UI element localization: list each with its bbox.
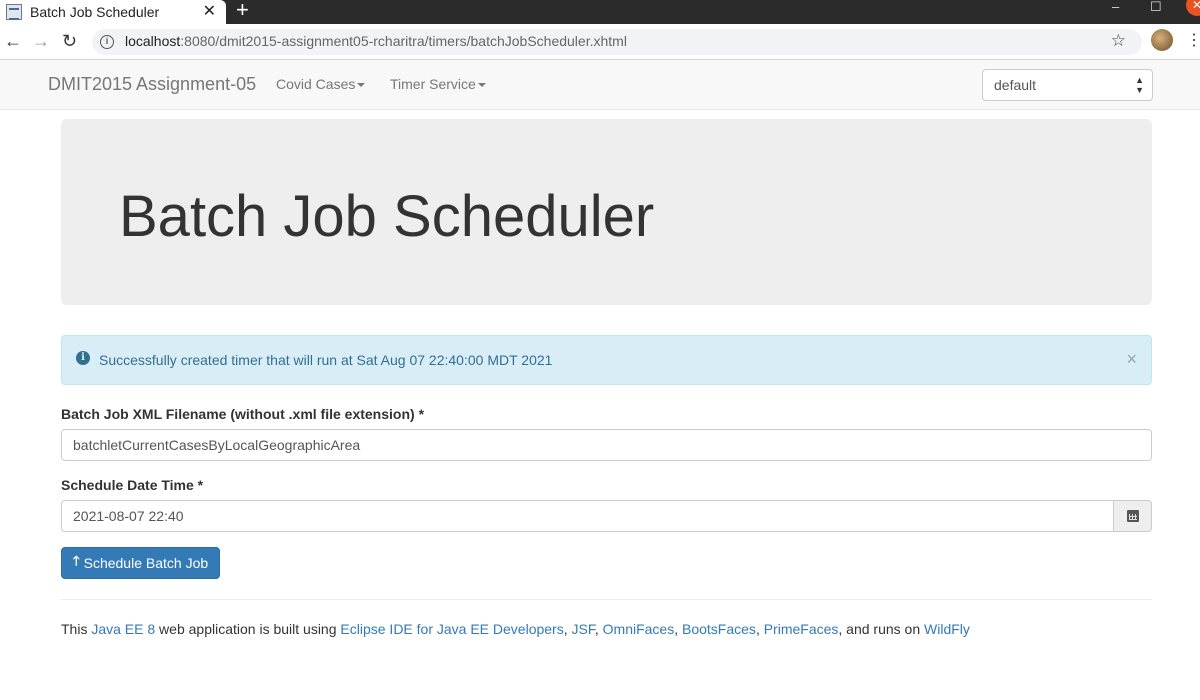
schedule-button-label: Schedule Batch Job bbox=[83, 555, 209, 571]
footer-separator: , bbox=[755, 621, 764, 637]
caret-down-icon bbox=[477, 83, 486, 88]
filename-input[interactable] bbox=[61, 429, 1152, 461]
window-close-icon[interactable]: ✕ bbox=[1186, 0, 1200, 16]
wildfly-link[interactable]: WildFly bbox=[924, 621, 970, 637]
reload-icon[interactable]: ↻ bbox=[62, 30, 77, 52]
alert-message: Successfully created timer that will run… bbox=[99, 352, 553, 368]
calendar-icon bbox=[1127, 510, 1139, 522]
footer-text-part: web application is built using bbox=[155, 621, 341, 637]
covid-cases-label: Covid Cases bbox=[276, 76, 356, 92]
info-icon[interactable]: i bbox=[100, 35, 114, 49]
browser-tab-strip: Batch Job Scheduler ✕ + – ☐ ✕ bbox=[0, 0, 1200, 24]
info-circle-icon: i bbox=[76, 351, 90, 365]
timer-service-label: Timer Service bbox=[390, 76, 476, 92]
minimize-icon[interactable]: – bbox=[1112, 0, 1119, 14]
favicon-icon bbox=[6, 4, 22, 20]
theme-select-value: default bbox=[994, 77, 1037, 93]
footer-text-part: , and runs on bbox=[838, 621, 925, 637]
covid-cases-menu[interactable]: Covid Cases bbox=[276, 76, 366, 92]
forward-arrow-icon[interactable]: → bbox=[32, 30, 50, 52]
theme-select[interactable]: default ▲ ▼ bbox=[982, 69, 1153, 101]
filename-label: Batch Job XML Filename (without .xml fil… bbox=[61, 406, 425, 422]
footer-separator: , bbox=[594, 621, 603, 637]
bookmark-star-icon[interactable]: ☆ bbox=[1111, 31, 1126, 51]
datetime-label: Schedule Date Time * bbox=[61, 477, 204, 493]
omnifaces-link[interactable]: OmniFaces bbox=[603, 621, 675, 637]
schedule-batch-job-button[interactable]: 🡑 Schedule Batch Job bbox=[61, 547, 220, 579]
page-title: Batch Job Scheduler bbox=[119, 184, 655, 249]
divider bbox=[61, 599, 1152, 600]
jumbotron: Batch Job Scheduler bbox=[61, 119, 1152, 305]
calendar-button[interactable] bbox=[1113, 500, 1152, 532]
footer-separator: , bbox=[674, 621, 682, 637]
bootsfaces-link[interactable]: BootsFaces bbox=[682, 621, 756, 637]
tab-close-icon[interactable]: ✕ bbox=[203, 1, 216, 21]
browser-toolbar: ← → ↻ i localhost:8080/dmit2015-assignme… bbox=[0, 24, 1200, 60]
app-navbar: DMIT2015 Assignment-05 Covid Cases Timer… bbox=[0, 60, 1200, 110]
url-text[interactable]: localhost:8080/dmit2015-assignment05-rch… bbox=[125, 33, 627, 49]
caret-down-icon bbox=[357, 83, 366, 88]
eclipse-link[interactable]: Eclipse IDE for Java EE Developers bbox=[340, 621, 563, 637]
footer-separator: , bbox=[563, 621, 572, 637]
footer-text-part: This bbox=[61, 621, 92, 637]
profile-avatar[interactable] bbox=[1151, 29, 1173, 51]
new-tab-button[interactable]: + bbox=[236, 0, 249, 22]
browser-menu-icon[interactable]: ⋮ bbox=[1186, 30, 1200, 50]
brand-link[interactable]: DMIT2015 Assignment-05 bbox=[48, 74, 256, 95]
browser-tab[interactable]: Batch Job Scheduler ✕ bbox=[0, 0, 226, 24]
select-arrows-icon: ▲ ▼ bbox=[1135, 75, 1144, 95]
arrow-up-icon: 🡑 bbox=[72, 553, 80, 568]
address-bar[interactable]: i localhost:8080/dmit2015-assignment05-r… bbox=[92, 29, 1142, 55]
maximize-icon[interactable]: ☐ bbox=[1150, 0, 1162, 14]
java-ee-link[interactable]: Java EE 8 bbox=[91, 621, 155, 637]
info-alert: i Successfully created timer that will r… bbox=[61, 335, 1152, 385]
back-arrow-icon[interactable]: ← bbox=[4, 30, 22, 52]
tab-title: Batch Job Scheduler bbox=[30, 4, 160, 20]
timer-service-menu[interactable]: Timer Service bbox=[390, 76, 486, 92]
primefaces-link[interactable]: PrimeFaces bbox=[764, 621, 839, 637]
datetime-input[interactable] bbox=[61, 500, 1114, 532]
footer-text: This Java EE 8 web application is built … bbox=[61, 621, 970, 637]
alert-close-button[interactable]: × bbox=[1126, 350, 1137, 368]
jsf-link[interactable]: JSF bbox=[572, 621, 595, 637]
